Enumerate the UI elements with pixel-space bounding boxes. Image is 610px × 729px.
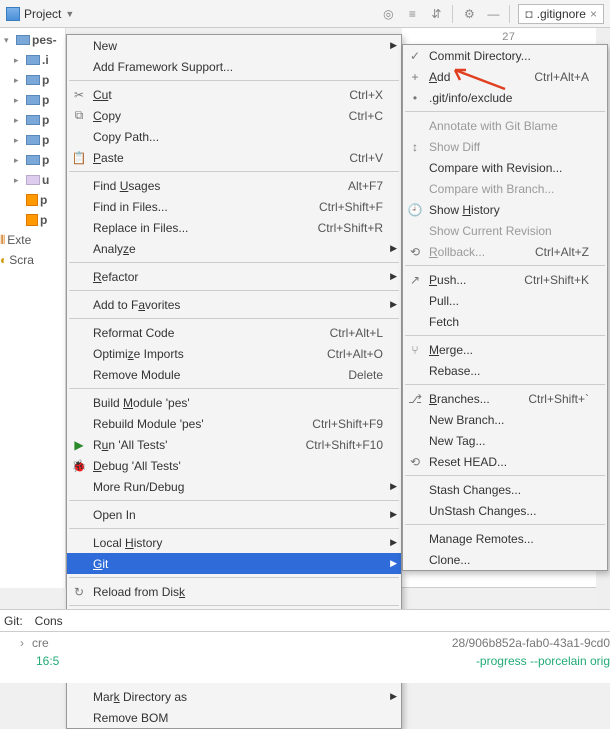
gitignore-icon: ◘ — [525, 7, 532, 21]
menu-item[interactable]: ⧉ Copy Ctrl+C — [67, 105, 401, 126]
main-toolbar: Project ▼ ◎ ≡ ⇵ ⚙ — ◘ .gitignore × — [0, 0, 610, 28]
menu-item[interactable]: New Tag... — [403, 430, 607, 451]
tree-item[interactable]: p — [0, 210, 65, 230]
tree-item[interactable]: p — [0, 190, 65, 210]
menu-item[interactable]: ✂ Cut Ctrl+X — [67, 84, 401, 105]
editor-tab[interactable]: ◘ .gitignore × — [518, 4, 604, 24]
menu-item[interactable]: Reformat Code Ctrl+Alt+L — [67, 322, 401, 343]
menu-item: ⟲ Rollback... Ctrl+Alt+Z — [403, 241, 607, 262]
ruler-number: 27 — [502, 32, 515, 44]
menu-item[interactable]: 📋 Paste Ctrl+V — [67, 147, 401, 168]
menu-item: Annotate with Git Blame — [403, 115, 607, 136]
tree-item[interactable]: ▸u — [0, 170, 65, 190]
menu-item[interactable]: Local History ▶ — [67, 532, 401, 553]
menu-item[interactable]: 🕘 Show History — [403, 199, 607, 220]
git-tab-label[interactable]: Git: — [4, 614, 23, 628]
menu-item[interactable]: Pull... — [403, 290, 607, 311]
menu-item[interactable]: Remove Module Delete — [67, 364, 401, 385]
project-tree[interactable]: ▾pes- ▸.i▸p▸p▸p▸p▸p▸upp ⦀Exte ◐Scra — [0, 28, 66, 588]
menu-item[interactable]: Copy Path... — [67, 126, 401, 147]
gear-icon[interactable]: ⚙ — [461, 6, 477, 22]
menu-item[interactable]: New ▶ — [67, 35, 401, 56]
tree-item[interactable]: ▸p — [0, 130, 65, 150]
menu-item[interactable]: Rebase... — [403, 360, 607, 381]
menu-item[interactable]: Git ▶ — [67, 553, 401, 574]
menu-item[interactable]: ⎇ Branches... Ctrl+Shift+` — [403, 388, 607, 409]
menu-item[interactable]: Optimize Imports Ctrl+Alt+O — [67, 343, 401, 364]
menu-item[interactable]: Mark Directory as ▶ — [67, 686, 401, 707]
menu-item[interactable]: ⑂ Merge... — [403, 339, 607, 360]
menu-item[interactable]: Fetch — [403, 311, 607, 332]
git-console: Git: Cons › cre 28/906b852a-fab0-43a1-9c… — [0, 609, 610, 683]
menu-item[interactable]: Open In ▶ — [67, 504, 401, 525]
menu-item[interactable]: Replace in Files... Ctrl+Shift+R — [67, 217, 401, 238]
menu-item[interactable]: ↗ Push... Ctrl+Shift+K — [403, 269, 607, 290]
project-dropdown-label[interactable]: Project — [24, 7, 61, 21]
menu-item[interactable]: Build Module 'pes' — [67, 392, 401, 413]
console-hash: 28/906b852a-fab0-43a1-9cd0 — [452, 636, 610, 650]
hide-icon[interactable]: — — [485, 6, 501, 22]
tree-item[interactable]: ▸p — [0, 70, 65, 90]
menu-item[interactable]: Stash Changes... — [403, 479, 607, 500]
console-tab-label[interactable]: Cons — [35, 614, 63, 628]
target-icon[interactable]: ◎ — [380, 6, 396, 22]
collapse-icon[interactable]: ⇵ — [428, 6, 444, 22]
project-icon — [6, 7, 20, 21]
menu-item[interactable]: More Run/Debug ▶ — [67, 476, 401, 497]
menu-item[interactable]: Clone... — [403, 549, 607, 570]
menu-item: Compare with Branch... — [403, 178, 607, 199]
tree-item[interactable]: ▸p — [0, 110, 65, 130]
menu-item[interactable]: + Add Ctrl+Alt+A — [403, 66, 607, 87]
menu-item[interactable]: Find in Files... Ctrl+Shift+F — [67, 196, 401, 217]
prompt-icon: › — [20, 636, 24, 650]
console-text: cre — [32, 636, 49, 650]
menu-item[interactable]: ▶ Run 'All Tests' Ctrl+Shift+F10 — [67, 434, 401, 455]
menu-item: ↕ Show Diff — [403, 136, 607, 157]
menu-item: Show Current Revision — [403, 220, 607, 241]
tree-item[interactable]: ▸p — [0, 150, 65, 170]
git-submenu: ✓ Commit Directory... + Add Ctrl+Alt+A •… — [402, 44, 608, 571]
console-time: 16:5 — [36, 654, 59, 668]
menu-item[interactable]: Find Usages Alt+F7 — [67, 175, 401, 196]
menu-item[interactable]: ↻ Reload from Disk — [67, 581, 401, 602]
menu-item[interactable]: 🐞 Debug 'All Tests' — [67, 455, 401, 476]
menu-item[interactable]: UnStash Changes... — [403, 500, 607, 521]
menu-item[interactable]: ⟲ Reset HEAD... — [403, 451, 607, 472]
expand-icon[interactable]: ≡ — [404, 6, 420, 22]
tab-label: .gitignore — [537, 7, 586, 21]
menu-item[interactable]: Refactor ▶ — [67, 266, 401, 287]
menu-item[interactable]: Compare with Revision... — [403, 157, 607, 178]
menu-item[interactable]: Add Framework Support... — [67, 56, 401, 77]
menu-item[interactable]: Analyze ▶ — [67, 238, 401, 259]
console-command: -progress --porcelain orig — [476, 654, 610, 668]
menu-item[interactable]: New Branch... — [403, 409, 607, 430]
menu-item[interactable]: Manage Remotes... — [403, 528, 607, 549]
menu-item[interactable]: Rebuild Module 'pes' Ctrl+Shift+F9 — [67, 413, 401, 434]
tree-item[interactable]: ▸p — [0, 90, 65, 110]
close-icon[interactable]: × — [590, 7, 597, 21]
menu-item[interactable]: ✓ Commit Directory... — [403, 45, 607, 66]
tree-item[interactable]: ▸.i — [0, 50, 65, 70]
chevron-down-icon[interactable]: ▼ — [65, 9, 74, 19]
menu-item[interactable]: Add to Favorites ▶ — [67, 294, 401, 315]
menu-item[interactable]: Remove BOM — [67, 707, 401, 728]
menu-item[interactable]: • .git/info/exclude — [403, 87, 607, 108]
